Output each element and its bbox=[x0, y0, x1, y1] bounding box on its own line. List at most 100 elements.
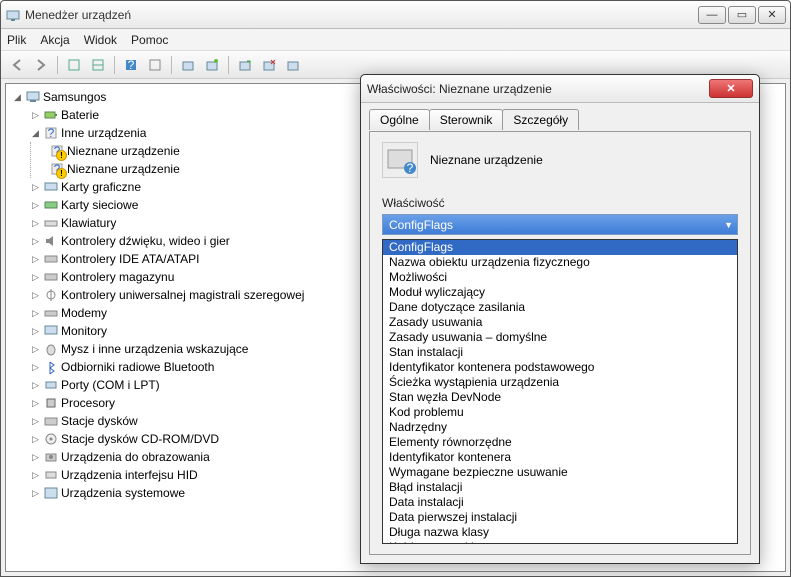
menu-file[interactable]: Plik bbox=[7, 33, 26, 47]
tree-item[interactable]: Odbiorniki radiowe Bluetooth bbox=[61, 358, 214, 376]
expander-icon[interactable]: ▷ bbox=[30, 200, 41, 211]
tree-item[interactable]: Inne urządzenia bbox=[61, 124, 146, 142]
maximize-button[interactable]: ▭ bbox=[728, 6, 756, 24]
expander-icon[interactable]: ▷ bbox=[30, 380, 41, 391]
tree-item[interactable]: Baterie bbox=[61, 106, 99, 124]
expander-icon[interactable]: ▷ bbox=[30, 416, 41, 427]
dropdown-option[interactable]: ConfigFlags bbox=[383, 240, 737, 255]
tree-item[interactable]: Procesory bbox=[61, 394, 115, 412]
menubar: Plik Akcja Widok Pomoc bbox=[1, 29, 790, 51]
toolbar-icon[interactable] bbox=[235, 55, 255, 75]
dropdown-option[interactable]: Nazwa obiektu urządzenia fizycznego bbox=[383, 255, 737, 270]
svg-text:?: ? bbox=[128, 58, 135, 72]
dropdown-option[interactable]: Moduł wyliczający bbox=[383, 285, 737, 300]
tree-item[interactable]: Mysz i inne urządzenia wskazujące bbox=[61, 340, 248, 358]
tree-item[interactable]: Nieznane urządzenie bbox=[67, 160, 180, 178]
tree-item[interactable]: Kontrolery uniwersalnej magistrali szere… bbox=[61, 286, 304, 304]
menu-view[interactable]: Widok bbox=[84, 33, 117, 47]
dropdown-option[interactable]: Dane dotyczące zasilania bbox=[383, 300, 737, 315]
tree-item[interactable]: Kontrolery magazynu bbox=[61, 268, 174, 286]
toolbar-icon[interactable] bbox=[202, 55, 222, 75]
expander-icon[interactable]: ▷ bbox=[30, 452, 41, 463]
tree-item[interactable]: Monitory bbox=[61, 322, 107, 340]
tree-item[interactable]: Karty sieciowe bbox=[61, 196, 138, 214]
tree-item[interactable]: Urządzenia do obrazowania bbox=[61, 448, 210, 466]
dropdown-option[interactable]: Nadrzędny bbox=[383, 420, 737, 435]
dropdown-option[interactable]: Identyfikator kontenera podstawowego bbox=[383, 360, 737, 375]
dropdown-option[interactable]: Krótka nazwa klasy bbox=[383, 540, 737, 544]
dropdown-option[interactable]: Data instalacji bbox=[383, 495, 737, 510]
expander-icon[interactable]: ▷ bbox=[30, 308, 41, 319]
dropdown-option[interactable]: Ścieżka wystąpienia urządzenia bbox=[383, 375, 737, 390]
minimize-button[interactable]: — bbox=[698, 6, 726, 24]
expander-icon[interactable]: ▷ bbox=[30, 218, 41, 229]
toolbar-icon[interactable] bbox=[178, 55, 198, 75]
property-combobox[interactable]: ConfigFlags ▼ bbox=[382, 214, 738, 235]
dialog-titlebar[interactable]: Właściwości: Nieznane urządzenie ✕ bbox=[361, 75, 759, 103]
tree-item[interactable]: Porty (COM i LPT) bbox=[61, 376, 160, 394]
close-button[interactable]: ✕ bbox=[758, 6, 786, 24]
tab-details[interactable]: Szczegóły bbox=[502, 109, 579, 130]
keyboard-icon bbox=[43, 215, 59, 231]
expander-icon[interactable]: ▷ bbox=[30, 110, 41, 121]
dropdown-option[interactable]: Zasady usuwania – domyślne bbox=[383, 330, 737, 345]
tab-panel-details: ? Nieznane urządzenie Właściwość ConfigF… bbox=[369, 131, 751, 555]
expander-icon[interactable]: ▷ bbox=[30, 182, 41, 193]
titlebar[interactable]: Menedżer urządzeń — ▭ ✕ bbox=[1, 1, 790, 29]
window-title: Menedżer urządzeń bbox=[25, 8, 698, 22]
tree-item[interactable]: Kontrolery IDE ATA/ATAPI bbox=[61, 250, 200, 268]
tree-item[interactable]: Kontrolery dźwięku, wideo i gier bbox=[61, 232, 230, 250]
expander-icon[interactable]: ▷ bbox=[30, 470, 41, 481]
tree-item[interactable]: Stacje dysków CD-ROM/DVD bbox=[61, 430, 219, 448]
toolbar-icon[interactable] bbox=[145, 55, 165, 75]
tree-item[interactable]: Urządzenia systemowe bbox=[61, 484, 185, 502]
expander-icon[interactable]: ◢ bbox=[30, 128, 41, 139]
dropdown-option[interactable]: Wymagane bezpieczne usuwanie bbox=[383, 465, 737, 480]
forward-button[interactable] bbox=[31, 55, 51, 75]
toolbar-icon[interactable] bbox=[259, 55, 279, 75]
expander-icon[interactable]: ▷ bbox=[30, 488, 41, 499]
expander-icon[interactable]: ▷ bbox=[30, 434, 41, 445]
dropdown-option[interactable]: Stan węzła DevNode bbox=[383, 390, 737, 405]
expander-icon[interactable]: ▷ bbox=[30, 326, 41, 337]
dropdown-option[interactable]: Data pierwszej instalacji bbox=[383, 510, 737, 525]
expander-icon[interactable]: ▷ bbox=[30, 272, 41, 283]
expander-icon[interactable]: ▷ bbox=[30, 398, 41, 409]
menu-help[interactable]: Pomoc bbox=[131, 33, 168, 47]
tree-item[interactable]: Stacje dysków bbox=[61, 412, 138, 430]
expander-icon[interactable]: ◢ bbox=[12, 92, 23, 103]
dialog-close-button[interactable]: ✕ bbox=[709, 79, 753, 98]
tree-item[interactable]: Karty graficzne bbox=[61, 178, 141, 196]
dropdown-option[interactable]: Zasady usuwania bbox=[383, 315, 737, 330]
property-dropdown-list[interactable]: ConfigFlagsNazwa obiektu urządzenia fizy… bbox=[382, 239, 738, 544]
toolbar-icon[interactable] bbox=[283, 55, 303, 75]
dropdown-option[interactable]: Elementy równorzędne bbox=[383, 435, 737, 450]
expander-icon[interactable]: ▷ bbox=[30, 290, 41, 301]
tree-item[interactable]: Klawiatury bbox=[61, 214, 116, 232]
toolbar-icon[interactable] bbox=[64, 55, 84, 75]
tree-root[interactable]: Samsungos bbox=[43, 88, 106, 106]
dropdown-option[interactable]: Możliwości bbox=[383, 270, 737, 285]
expander-icon[interactable]: ▷ bbox=[30, 254, 41, 265]
disk-icon bbox=[43, 413, 59, 429]
tree-item[interactable]: Modemy bbox=[61, 304, 107, 322]
tree-item[interactable]: Urządzenia interfejsu HID bbox=[61, 466, 198, 484]
toolbar-icon[interactable] bbox=[88, 55, 108, 75]
dropdown-option[interactable]: Długa nazwa klasy bbox=[383, 525, 737, 540]
expander-icon[interactable]: ▷ bbox=[30, 362, 41, 373]
back-button[interactable] bbox=[7, 55, 27, 75]
dropdown-option[interactable]: Kod problemu bbox=[383, 405, 737, 420]
dropdown-option[interactable]: Identyfikator kontenera bbox=[383, 450, 737, 465]
modem-icon bbox=[43, 305, 59, 321]
dropdown-option[interactable]: Błąd instalacji bbox=[383, 480, 737, 495]
dropdown-option[interactable]: Stan instalacji bbox=[383, 345, 737, 360]
expander-icon[interactable]: ▷ bbox=[30, 344, 41, 355]
tab-driver[interactable]: Sterownik bbox=[429, 109, 504, 130]
expander-icon[interactable]: ▷ bbox=[30, 236, 41, 247]
help-icon[interactable]: ? bbox=[121, 55, 141, 75]
tab-general[interactable]: Ogólne bbox=[369, 109, 430, 130]
display-icon bbox=[43, 179, 59, 195]
svg-text:?: ? bbox=[54, 144, 61, 158]
tree-item[interactable]: Nieznane urządzenie bbox=[67, 142, 180, 160]
menu-action[interactable]: Akcja bbox=[40, 33, 69, 47]
